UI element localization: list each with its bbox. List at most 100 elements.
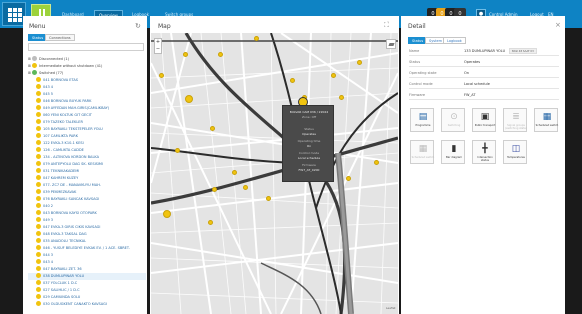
tree-item-label: 049 3 — [43, 218, 54, 222]
action-label: Signal groups (switching state) — [505, 124, 527, 130]
map-marker[interactable] — [163, 210, 171, 218]
tree-item-label: 134 - ALTINOVA KORDON BALKA — [43, 155, 100, 159]
popup-status-value: Operates — [302, 132, 316, 136]
tree-item[interactable]: 126 - CAMLIKTA CADDE — [28, 146, 146, 154]
tree-item[interactable]: 043 4 — [28, 83, 146, 91]
map-marker[interactable] — [374, 160, 379, 165]
tree-item[interactable]: 043 BORNOVA KAYSI OTOPARK — [28, 209, 146, 217]
tree-item[interactable]: 046 BORNOVA BUYUK PARK — [28, 97, 146, 105]
action-temperature[interactable]: ◫ Temperatures — [503, 140, 527, 164]
tree-item-label: 029 CAMIUNDA SOLU — [43, 295, 81, 299]
refresh-icon[interactable]: ↻ — [135, 22, 141, 30]
map-marker[interactable] — [339, 95, 344, 100]
map-marker[interactable] — [159, 73, 164, 78]
map-marker[interactable] — [254, 36, 259, 41]
action-intersection[interactable]: ╋ Intersection status — [472, 140, 496, 164]
action-signal-groups[interactable]: ≣ Signal groups (switching state) — [503, 108, 527, 132]
tree-item[interactable]: 105 BAYRAKLI TEKSTEPELER YOLU — [28, 125, 146, 133]
tree-item[interactable]: 041 BORNOVA ETAS — [28, 76, 146, 84]
tree-item[interactable]: 045 5 — [28, 90, 146, 98]
tree-item[interactable]: 031 TEKNIKAKADEMI — [28, 167, 146, 175]
detail-field-status: Status Operates — [409, 58, 559, 67]
tree-item[interactable]: 079 ANTEPYOLU DAG SK. KESISIMI — [28, 160, 146, 168]
tree-item[interactable]: 134 - ALTINOVA KORDON BALKA — [28, 153, 146, 161]
tree-item-label: 079 ANTEPYOLU DAG SK. KESISIMI — [43, 162, 103, 166]
tree-item[interactable]: 047 KAHREM KUZEY — [28, 174, 146, 182]
detail-label: Operating state — [409, 71, 437, 75]
popup-operating-label: Operating time — [297, 139, 321, 143]
tree-item[interactable]: 030 OLDUGKENT CANAKTO KAVSAGI — [28, 300, 146, 308]
detail-tab-logbook[interactable]: Logbook — [443, 37, 466, 44]
status-dot-icon — [36, 251, 41, 257]
action-switch[interactable]: ⊙ Switching — [441, 108, 465, 132]
map-marker[interactable] — [210, 126, 215, 131]
tab-connections[interactable]: Connections — [45, 34, 75, 41]
tree-item[interactable]: 049 3 — [28, 216, 146, 224]
tree-group[interactable]: ⊞ Switched (77) — [28, 69, 146, 77]
tree-item[interactable]: 039 PEKMEZKAVAK — [28, 188, 146, 196]
map-marker[interactable] — [331, 73, 336, 78]
layers-icon[interactable] — [386, 39, 396, 49]
tree-item[interactable]: 044 3 — [28, 251, 146, 259]
detail-label: Control mode — [409, 82, 433, 86]
tree-item[interactable]: 107 CAMLIKTA PARK — [28, 132, 146, 140]
action-bus[interactable]: ▣ Public transport — [472, 108, 496, 132]
map-marker[interactable] — [183, 52, 188, 57]
map-marker[interactable] — [290, 78, 295, 83]
zoom-in-button[interactable]: + — [155, 39, 161, 46]
tree-group[interactable]: ⊞ Intermediate without shutdown (41) — [28, 62, 146, 70]
map-marker[interactable] — [243, 185, 248, 190]
tree-item[interactable]: 060 YENI KOLTUK GIT GECIT — [28, 111, 146, 119]
tree-item[interactable]: 048 EVKA-3 TAKSAL DAG — [28, 230, 146, 238]
action-label: Programme — [415, 124, 431, 127]
fullscreen-icon[interactable]: ⛶ — [384, 21, 389, 30]
tree-item[interactable]: 076 BAYRAKLI SANCAK KAVSAGI — [28, 195, 146, 203]
close-icon[interactable]: × — [555, 21, 561, 30]
menu-search-input[interactable] — [28, 43, 144, 51]
tree-item-label: 047 BAYRAKLI ZET. 36 — [43, 267, 82, 271]
map-marker[interactable] — [208, 220, 213, 225]
map-canvas[interactable] — [151, 33, 398, 314]
popup-sub: Zone: Off — [301, 115, 317, 119]
tree-item[interactable]: 043 4 — [28, 258, 146, 266]
tree-item[interactable]: 122 EVKA-3 K10-1 KESI — [28, 139, 146, 147]
tree-item[interactable]: 027 SALIHLIC / 1 D.C — [28, 286, 146, 294]
tree-item-label: 077- ZC7 DE - MANAVKUYU MAH. — [43, 183, 101, 187]
status-dot-icon — [36, 132, 41, 138]
detail-value: On — [464, 71, 469, 75]
tree-item[interactable]: 029 CAMIUNDA SOLU — [28, 293, 146, 301]
status-dot-icon — [36, 167, 41, 173]
map-marker[interactable] — [357, 60, 362, 65]
action-calendar[interactable]: ▦ Scheduled switch — [534, 108, 558, 132]
menu-title: Menu — [29, 23, 46, 30]
action-programme[interactable]: ▤ Programme — [410, 108, 434, 132]
map-marker[interactable] — [212, 187, 217, 192]
map-marker[interactable] — [175, 148, 180, 153]
tree-item[interactable]: 035 ANADOLU TECNIKAL — [28, 237, 146, 245]
map-marker[interactable] — [218, 52, 223, 57]
tree-item[interactable]: 047 BAYRAKLI ZET. 36 — [28, 265, 146, 273]
map-attribution[interactable]: Leaflet — [386, 306, 396, 310]
app-window: Dashboard Overview Logbook Switch groups… — [0, 0, 582, 314]
tree-item[interactable]: 079 TAZEKO TALEKLER — [28, 118, 146, 126]
tree-item[interactable]: 046 - YUSUF BELEDIYE EVKAK EV. / 1 ACE. … — [28, 244, 146, 252]
detail-label: Firmware — [409, 93, 426, 97]
zoom-out-button[interactable]: − — [155, 46, 161, 53]
tree-item[interactable]: 049 AYFEDAN MAH.GIRIS(CAMLIKBAY) — [28, 104, 146, 112]
tree-item[interactable]: 040 2 — [28, 202, 146, 210]
status-dot-icon — [36, 223, 41, 229]
action-calendar-dim[interactable]: ▦ Scheduled switch — [410, 140, 434, 164]
tree-item[interactable]: 047 EVKA-3 GIRIS CIKIS KAVSAGI — [28, 223, 146, 231]
map-marker[interactable] — [232, 170, 237, 175]
map-marker[interactable] — [266, 196, 271, 201]
status-dot-icon — [36, 230, 41, 236]
action-bar-diagram[interactable]: ▮ Bar diagram — [441, 140, 465, 164]
tree-group[interactable]: ⊞ Disconnected (1) — [28, 56, 146, 63]
status-dot-icon — [36, 125, 41, 131]
map-marker[interactable] — [346, 176, 351, 181]
map-title: Map — [158, 23, 171, 30]
map-marker[interactable] — [185, 95, 193, 103]
tree-item[interactable]: 038 DUMLUPINAR YOLU — [28, 272, 146, 280]
tree-item[interactable]: 037 YOLCLUK 1 D.C — [28, 279, 146, 287]
tree-item[interactable]: 077- ZC7 DE - MANAVKUYU MAH. — [28, 181, 146, 189]
